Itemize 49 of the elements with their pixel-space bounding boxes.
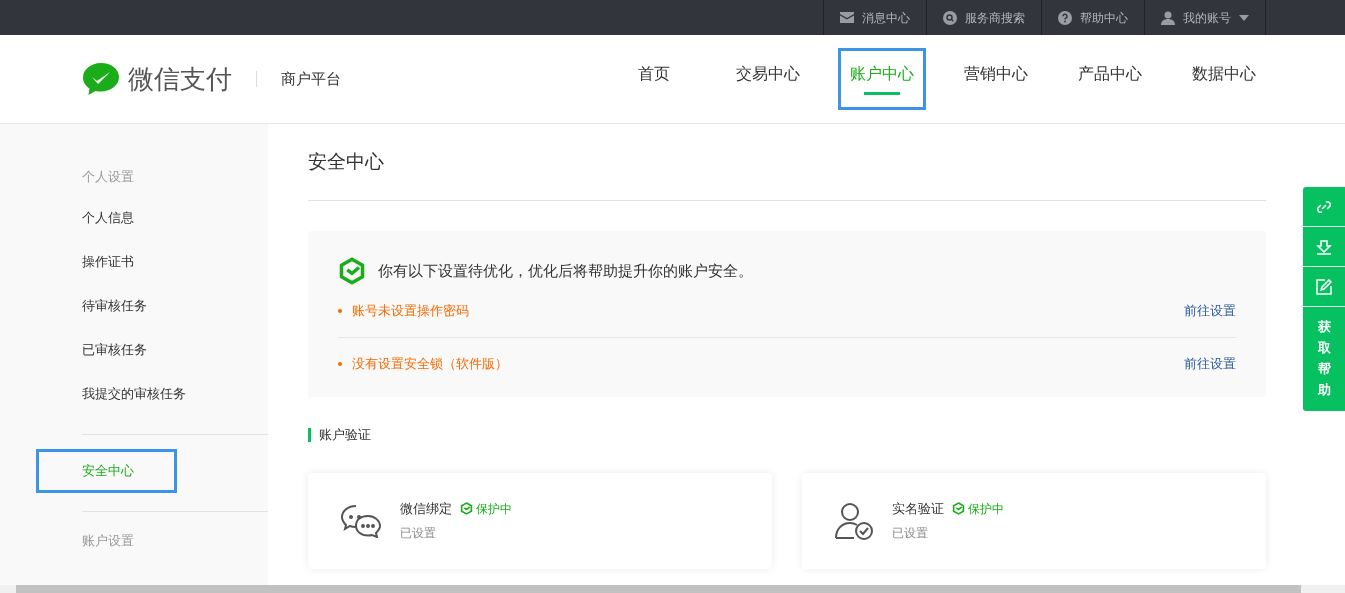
sidebar-item[interactable]: 已审核任务 xyxy=(82,328,268,372)
search-icon xyxy=(943,10,957,25)
top-bar-link[interactable]: 帮助中心 xyxy=(1041,0,1144,35)
top-bar-link[interactable]: 服务商搜索 xyxy=(926,0,1041,35)
sidebar-item[interactable]: 我提交的审核任务 xyxy=(82,372,268,416)
nav-tab[interactable]: 首页 xyxy=(597,35,711,123)
protection-status: 保护中 xyxy=(460,499,512,518)
brand-name: 微信支付 xyxy=(128,62,232,96)
mail-icon xyxy=(840,12,854,23)
shield-icon xyxy=(460,502,473,515)
sidebar-group-title: 个人设置 xyxy=(82,168,135,187)
card-title: 微信绑定 xyxy=(400,499,452,518)
sidebar-group-title: 账户设置 xyxy=(82,532,135,551)
warning-text: 账号未设置操作密码 xyxy=(352,302,469,321)
shield-icon xyxy=(952,502,965,515)
protection-status: 保护中 xyxy=(952,499,1004,518)
top-bar-link[interactable]: 我的账号 xyxy=(1144,0,1266,35)
nav-tab[interactable]: 数据中心 xyxy=(1167,35,1281,123)
nav-tab[interactable]: 营销中心 xyxy=(939,35,1053,123)
warning-text: 没有设置安全锁（软件版） xyxy=(352,354,508,373)
link-icon xyxy=(1316,198,1332,215)
download-icon xyxy=(1316,238,1332,255)
go-setting-link[interactable]: 前往设置 xyxy=(1184,353,1236,374)
card-title: 实名验证 xyxy=(892,499,944,518)
user-icon xyxy=(1161,10,1175,25)
top-bar-link[interactable]: 消息中心 xyxy=(823,0,926,35)
help-icon xyxy=(1058,10,1072,25)
shield-check-icon xyxy=(338,257,366,285)
nav-tab[interactable]: 交易中心 xyxy=(711,35,825,123)
person-check-icon xyxy=(834,500,874,541)
card-status: 已设置 xyxy=(400,525,437,543)
sidebar-item[interactable]: 待审核任务 xyxy=(82,284,268,328)
card-status: 已设置 xyxy=(892,525,929,543)
platform-name: 商户平台 xyxy=(281,68,341,89)
bullet-icon xyxy=(338,309,342,313)
logo-icon xyxy=(82,62,120,96)
chat-bubbles-icon xyxy=(340,503,382,538)
link-button[interactable] xyxy=(1303,187,1345,227)
nav-tab[interactable]: 产品中心 xyxy=(1053,35,1167,123)
sidebar-item[interactable]: 操作证书 xyxy=(82,240,268,284)
download-button[interactable] xyxy=(1303,227,1345,267)
page-title: 安全中心 xyxy=(308,124,1266,201)
go-setting-link[interactable]: 前往设置 xyxy=(1184,301,1236,321)
section-title: 账户验证 xyxy=(319,426,371,444)
sidebar-item[interactable]: 个人信息 xyxy=(82,196,268,240)
notice-message: 你有以下设置待优化，优化后将帮助提升你的账户安全。 xyxy=(378,260,753,281)
bullet-icon xyxy=(338,361,342,366)
edit-button[interactable] xyxy=(1303,267,1345,307)
edit-icon xyxy=(1316,278,1332,295)
